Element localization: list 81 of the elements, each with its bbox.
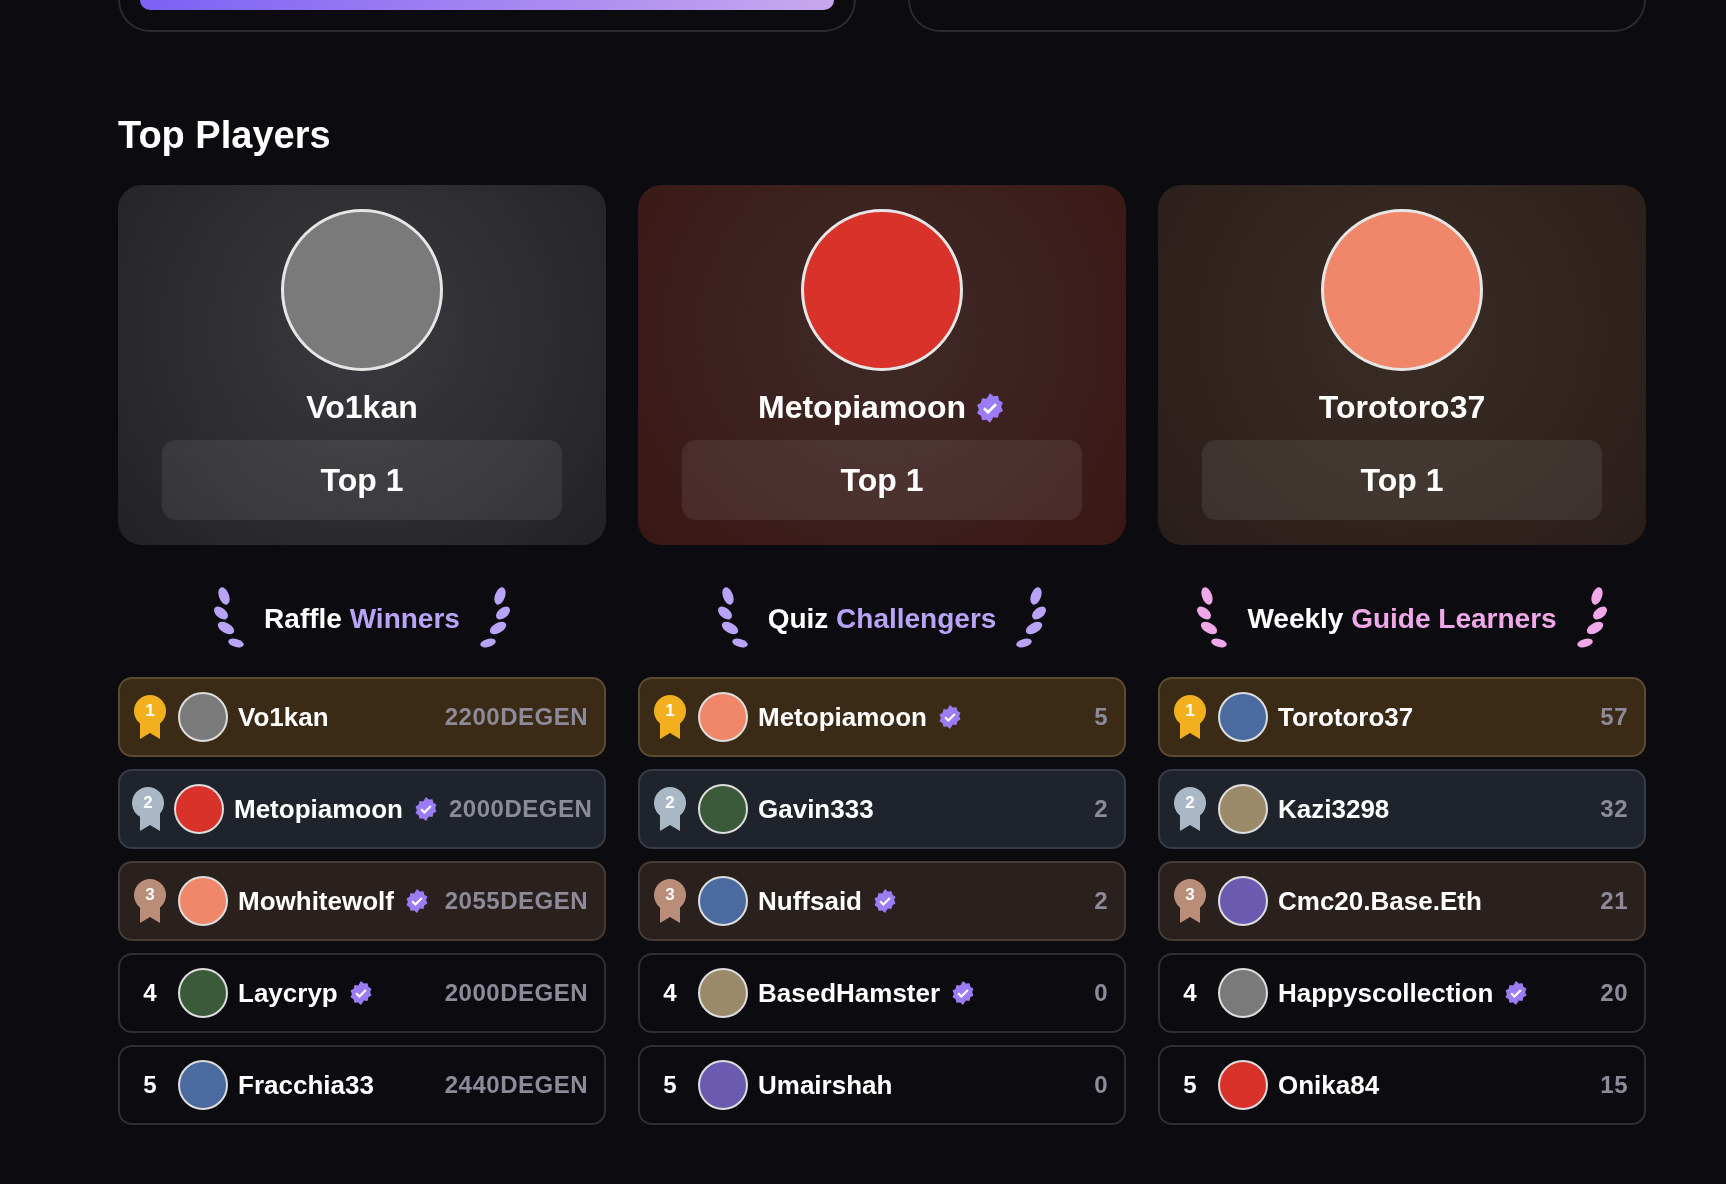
leaderboard-title: Raffle Winners	[264, 603, 460, 635]
avatar	[1218, 876, 1268, 926]
avatar	[178, 692, 228, 742]
rank-number: 5	[142, 1071, 158, 1099]
avatar	[698, 1060, 748, 1110]
avatar	[698, 968, 748, 1018]
rank-badge: Top 1	[162, 440, 562, 520]
avatar	[1218, 784, 1268, 834]
rank-number: 4	[1182, 979, 1198, 1007]
player-name: Nuffsaid	[758, 885, 862, 917]
avatar	[178, 1060, 228, 1110]
verified-icon	[404, 888, 430, 914]
player-name: Metopiamoon	[234, 793, 403, 825]
player-name: Kazi3298	[1278, 793, 1390, 825]
verified-icon	[413, 796, 439, 822]
player-name: Cmc20.Base.Eth	[1278, 885, 1482, 917]
rank-number: 4	[142, 979, 158, 1007]
leaderboard-row[interactable]: 4 BasedHamster 0	[638, 953, 1126, 1033]
avatar	[178, 876, 228, 926]
score: 2000DEGEN	[444, 979, 588, 1007]
verified-icon	[872, 888, 898, 914]
score: 21	[1600, 887, 1628, 915]
score: 57	[1600, 703, 1628, 731]
player-name: Mowhitewolf	[238, 885, 394, 917]
score: 2	[1094, 887, 1108, 915]
leaderboard-row[interactable]: 1 Vo1kan 2200DEGEN	[118, 677, 606, 757]
leaderboard-title: Quiz Challengers	[767, 603, 997, 635]
player-name: Vo1kan	[238, 701, 329, 733]
verified-icon	[937, 704, 963, 730]
avatar	[698, 692, 748, 742]
avatar	[1218, 1060, 1268, 1110]
score: 20	[1600, 979, 1628, 1007]
verified-icon	[974, 391, 1006, 424]
rank-number: 5	[662, 1071, 678, 1099]
score: 2000DEGEN	[449, 795, 593, 823]
player-name: Happyscollection	[1278, 977, 1494, 1009]
player-name: Torotoro37	[1318, 389, 1486, 426]
player-name: Vo1kan	[306, 389, 418, 426]
score: 5	[1094, 703, 1108, 731]
player-name: Umairshah	[758, 1069, 893, 1101]
avatar	[698, 876, 748, 926]
player-name: Torotoro37	[1278, 701, 1414, 733]
leaderboard-row[interactable]: 4 Laycryp 2000DEGEN	[118, 953, 606, 1033]
score: 32	[1600, 795, 1628, 823]
score: 2	[1094, 795, 1108, 823]
leaderboard-title: Weekly Guide Learners	[1247, 603, 1557, 635]
score: 2055DEGEN	[444, 887, 588, 915]
avatar	[1218, 968, 1268, 1018]
score: 2200DEGEN	[444, 703, 588, 731]
avatar	[698, 784, 748, 834]
rank-badge: Top 1	[1202, 440, 1602, 520]
section-title: Top Players	[118, 114, 332, 157]
leaderboard-row[interactable]: 1 Torotoro37 57	[1158, 677, 1646, 757]
player-name: Fracchia33	[238, 1069, 374, 1101]
leaderboard-row[interactable]: 1 Metopiamoon 5	[638, 677, 1126, 757]
rank-number: 4	[662, 979, 678, 1007]
leaderboard-row[interactable]: 2 Kazi3298 32	[1158, 769, 1646, 849]
player-name: Laycryp	[238, 977, 338, 1009]
avatar	[174, 784, 224, 834]
score: 15	[1600, 1071, 1628, 1099]
score: 2440DEGEN	[444, 1071, 588, 1099]
leaderboard-row[interactable]: 4 Happyscollection 20	[1158, 953, 1646, 1033]
player-name: Metopiamoon	[758, 389, 966, 426]
player-name: Onika84	[1278, 1069, 1380, 1101]
leaderboard-row[interactable]: 2 Gavin333 2	[638, 769, 1126, 849]
leaderboard-row[interactable]: 5 Onika84 15	[1158, 1045, 1646, 1125]
leaderboard-row[interactable]: 3 Cmc20.Base.Eth 21	[1158, 861, 1646, 941]
leaderboard-row[interactable]: 3 Nuffsaid 2	[638, 861, 1126, 941]
leaderboard-row[interactable]: 2 Metopiamoon 2000DEGEN	[118, 769, 606, 849]
score: 0	[1094, 1071, 1108, 1099]
avatar	[1218, 692, 1268, 742]
player-name: Metopiamoon	[758, 701, 927, 733]
rank-badge: Top 1	[682, 440, 1082, 520]
score: 0	[1094, 979, 1108, 1007]
leaderboard-row[interactable]: 3 Mowhitewolf 2055DEGEN	[118, 861, 606, 941]
player-name: Gavin333	[758, 793, 874, 825]
rank-number: 5	[1182, 1071, 1198, 1099]
avatar	[178, 968, 228, 1018]
leaderboard-row[interactable]: 5 Fracchia33 2440DEGEN	[118, 1045, 606, 1125]
player-name: BasedHamster	[758, 977, 941, 1009]
leaderboard-row[interactable]: 5 Umairshah 0	[638, 1045, 1126, 1125]
